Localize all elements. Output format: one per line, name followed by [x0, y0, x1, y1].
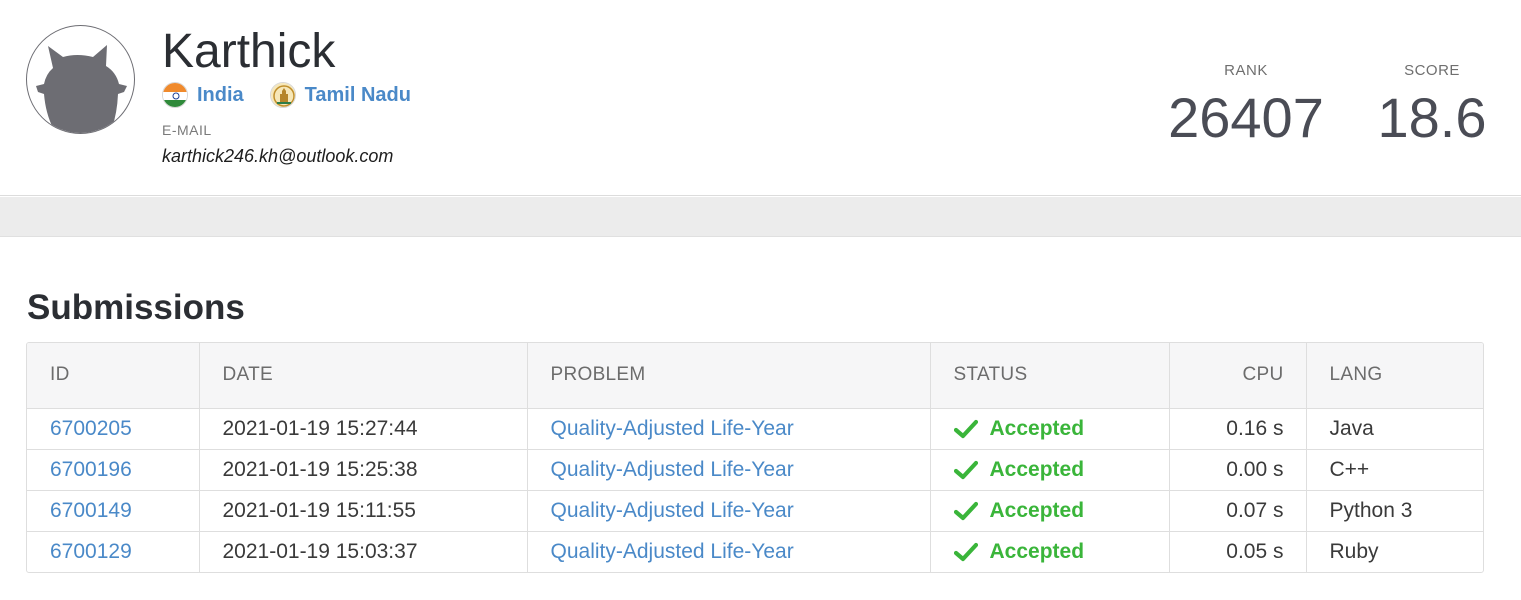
section-divider-band [0, 197, 1521, 237]
status-cell: Accepted [930, 530, 1170, 572]
submission-date: 2021-01-19 15:03:37 [199, 530, 528, 572]
column-header-date[interactable]: DATE [199, 343, 528, 409]
table-row: 6700129 2021-01-19 15:03:37 Quality-Adju… [27, 530, 1483, 572]
profile-header: Karthick India Tamil Nadu E-MAIL karthic… [0, 0, 1521, 196]
avatar [26, 25, 135, 134]
check-icon [953, 542, 978, 561]
region-link[interactable]: Tamil Nadu [269, 82, 411, 108]
submissions-title: Submissions [27, 288, 245, 327]
status-cell: Accepted [930, 408, 1170, 449]
table-row: 6700205 2021-01-19 15:27:44 Quality-Adju… [27, 408, 1483, 449]
india-flag-icon [162, 82, 188, 108]
problem-link[interactable]: Quality-Adjusted Life-Year [527, 489, 931, 531]
problem-link[interactable]: Quality-Adjusted Life-Year [527, 408, 931, 449]
rank-label: RANK [1224, 62, 1268, 79]
column-header-lang[interactable]: LANG [1306, 343, 1483, 409]
cpu-time: 0.07 s [1169, 489, 1307, 531]
status-text: Accepted [989, 539, 1085, 563]
submission-date: 2021-01-19 15:11:55 [199, 489, 528, 531]
status-text: Accepted [989, 498, 1085, 522]
status-cell: Accepted [930, 489, 1170, 531]
score-label: SCORE [1404, 62, 1460, 79]
location: India Tamil Nadu [162, 80, 437, 110]
column-header-cpu[interactable]: CPU [1169, 343, 1307, 409]
column-header-status[interactable]: STATUS [930, 343, 1170, 409]
profile-name: Karthick [162, 25, 336, 78]
email-value: karthick246.kh@outlook.com [162, 146, 394, 166]
score-stat: SCORE 18.6 [1368, 62, 1496, 153]
submission-id-link[interactable]: 6700196 [27, 448, 200, 490]
submission-date: 2021-01-19 15:25:38 [199, 448, 528, 490]
score-value: 18.6 [1377, 86, 1487, 149]
submission-date: 2021-01-19 15:27:44 [199, 408, 528, 449]
cpu-time: 0.16 s [1169, 408, 1307, 449]
status-text: Accepted [989, 457, 1085, 481]
problem-link[interactable]: Quality-Adjusted Life-Year [527, 448, 931, 490]
table-row: 6700196 2021-01-19 15:25:38 Quality-Adju… [27, 448, 1483, 490]
submissions-table: ID DATE PROBLEM STATUS CPU LANG 6700205 … [26, 342, 1484, 573]
cpu-time: 0.00 s [1169, 448, 1307, 490]
country-link[interactable]: India [162, 82, 244, 108]
cat-silhouette-icon [36, 45, 127, 133]
language: Python 3 [1306, 489, 1483, 531]
rank-stat: RANK 26407 [1160, 62, 1332, 153]
status-text: Accepted [989, 416, 1085, 440]
language: C++ [1306, 448, 1483, 490]
table-row: 6700149 2021-01-19 15:11:55 Quality-Adju… [27, 489, 1483, 531]
check-icon [953, 419, 978, 438]
tamil-nadu-emblem-icon [269, 82, 296, 108]
email-label: E-MAIL [162, 122, 212, 138]
column-header-id[interactable]: ID [27, 343, 200, 409]
rank-value: 26407 [1168, 86, 1324, 149]
submission-id-link[interactable]: 6700129 [27, 530, 200, 572]
submission-id-link[interactable]: 6700149 [27, 489, 200, 531]
language: Java [1329, 416, 1374, 440]
country-name: India [197, 83, 244, 106]
problem-link[interactable]: Quality-Adjusted Life-Year [527, 530, 931, 572]
status-cell: Accepted [930, 448, 1170, 490]
cpu-time: 0.05 s [1169, 530, 1307, 572]
submission-id-link[interactable]: 6700205 [27, 408, 200, 449]
region-name: Tamil Nadu [304, 83, 411, 106]
table-header-row: ID DATE PROBLEM STATUS CPU LANG [27, 343, 1483, 409]
check-icon [953, 501, 978, 520]
column-header-problem[interactable]: PROBLEM [527, 343, 931, 409]
check-icon [953, 460, 978, 479]
language: Ruby [1306, 530, 1483, 572]
